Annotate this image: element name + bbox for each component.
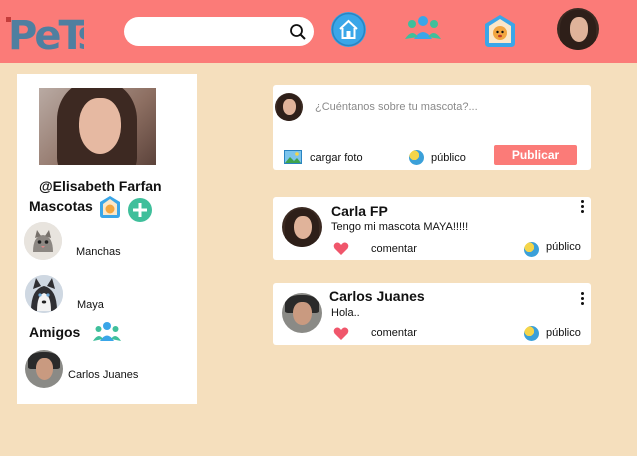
pet-avatar-maya[interactable] bbox=[25, 275, 63, 313]
post-author-avatar[interactable] bbox=[282, 207, 322, 247]
more-options-icon[interactable] bbox=[579, 199, 585, 215]
post-text: Tengo mi mascota MAYA!!!!! bbox=[331, 221, 469, 233]
avatar-face bbox=[569, 17, 589, 42]
pet-name[interactable]: Maya bbox=[77, 299, 104, 311]
comment-button[interactable]: comentar bbox=[371, 327, 417, 339]
post-visibility: público bbox=[546, 327, 581, 339]
post-card: Carlos Juanes Hola.. comentar público bbox=[273, 283, 591, 345]
post-text: Hola.. bbox=[331, 307, 360, 319]
pet-avatar-manchas[interactable] bbox=[24, 222, 62, 260]
heart-icon[interactable] bbox=[333, 242, 349, 256]
app-logo[interactable]: PeTs bbox=[6, 7, 102, 59]
heart-icon[interactable] bbox=[333, 327, 349, 341]
post-card: Carla FP Tengo mi mascota MAYA!!!!! come… bbox=[273, 197, 591, 260]
post-author-name[interactable]: Carlos Juanes bbox=[329, 288, 425, 304]
search-input[interactable] bbox=[136, 21, 286, 42]
upload-photo-link[interactable]: cargar foto bbox=[310, 152, 363, 164]
visibility-selector[interactable]: público bbox=[431, 152, 466, 164]
avatar-face bbox=[283, 99, 296, 116]
husky-photo bbox=[25, 275, 63, 313]
friend-avatar[interactable] bbox=[25, 350, 63, 388]
post-author-avatar[interactable] bbox=[282, 293, 322, 333]
more-options-icon[interactable] bbox=[579, 291, 585, 307]
post-composer: cargar foto público Publicar bbox=[273, 85, 591, 170]
composer-avatar bbox=[275, 93, 303, 121]
top-bar: PeTs bbox=[0, 0, 637, 63]
friends-icon[interactable] bbox=[93, 320, 121, 344]
avatar-face bbox=[35, 358, 54, 381]
avatar-face bbox=[293, 301, 312, 325]
profile-username: @Elisabeth Farfan bbox=[39, 178, 162, 194]
profile-avatar[interactable] bbox=[557, 8, 599, 50]
pet-house-icon[interactable] bbox=[98, 195, 122, 219]
friend-name[interactable]: Carlos Juanes bbox=[68, 369, 138, 381]
friends-icon bbox=[405, 16, 441, 39]
friends-button[interactable] bbox=[405, 13, 441, 43]
friends-section-title: Amigos bbox=[29, 324, 81, 340]
profile-photo[interactable] bbox=[39, 88, 156, 165]
pet-house-icon bbox=[485, 15, 515, 47]
home-icon bbox=[331, 12, 366, 47]
globe-icon bbox=[409, 150, 424, 165]
publish-button[interactable]: Publicar bbox=[494, 145, 577, 165]
cat-photo bbox=[24, 222, 62, 260]
logo-text: PeTs bbox=[8, 13, 84, 55]
logo-dot bbox=[6, 17, 11, 22]
comment-button[interactable]: comentar bbox=[371, 243, 417, 255]
globe-icon bbox=[524, 242, 539, 257]
search-bar[interactable] bbox=[124, 17, 314, 46]
image-icon[interactable] bbox=[284, 150, 302, 164]
add-pet-button[interactable] bbox=[128, 198, 152, 222]
search-icon[interactable] bbox=[289, 23, 307, 41]
avatar-face bbox=[294, 215, 312, 239]
profile-card: @Elisabeth Farfan Mascotas Manchas Maya … bbox=[17, 74, 197, 404]
home-button[interactable] bbox=[331, 12, 366, 47]
post-input[interactable] bbox=[315, 99, 575, 115]
pets-button[interactable] bbox=[482, 13, 518, 49]
post-author-name[interactable]: Carla FP bbox=[331, 203, 388, 219]
pet-name[interactable]: Manchas bbox=[76, 246, 121, 258]
plus-icon bbox=[133, 203, 147, 217]
logo-icon: PeTs bbox=[8, 13, 102, 59]
photo-face bbox=[79, 98, 121, 154]
post-visibility: público bbox=[546, 241, 581, 253]
pets-section-title: Mascotas bbox=[29, 198, 93, 214]
globe-icon bbox=[524, 326, 539, 341]
